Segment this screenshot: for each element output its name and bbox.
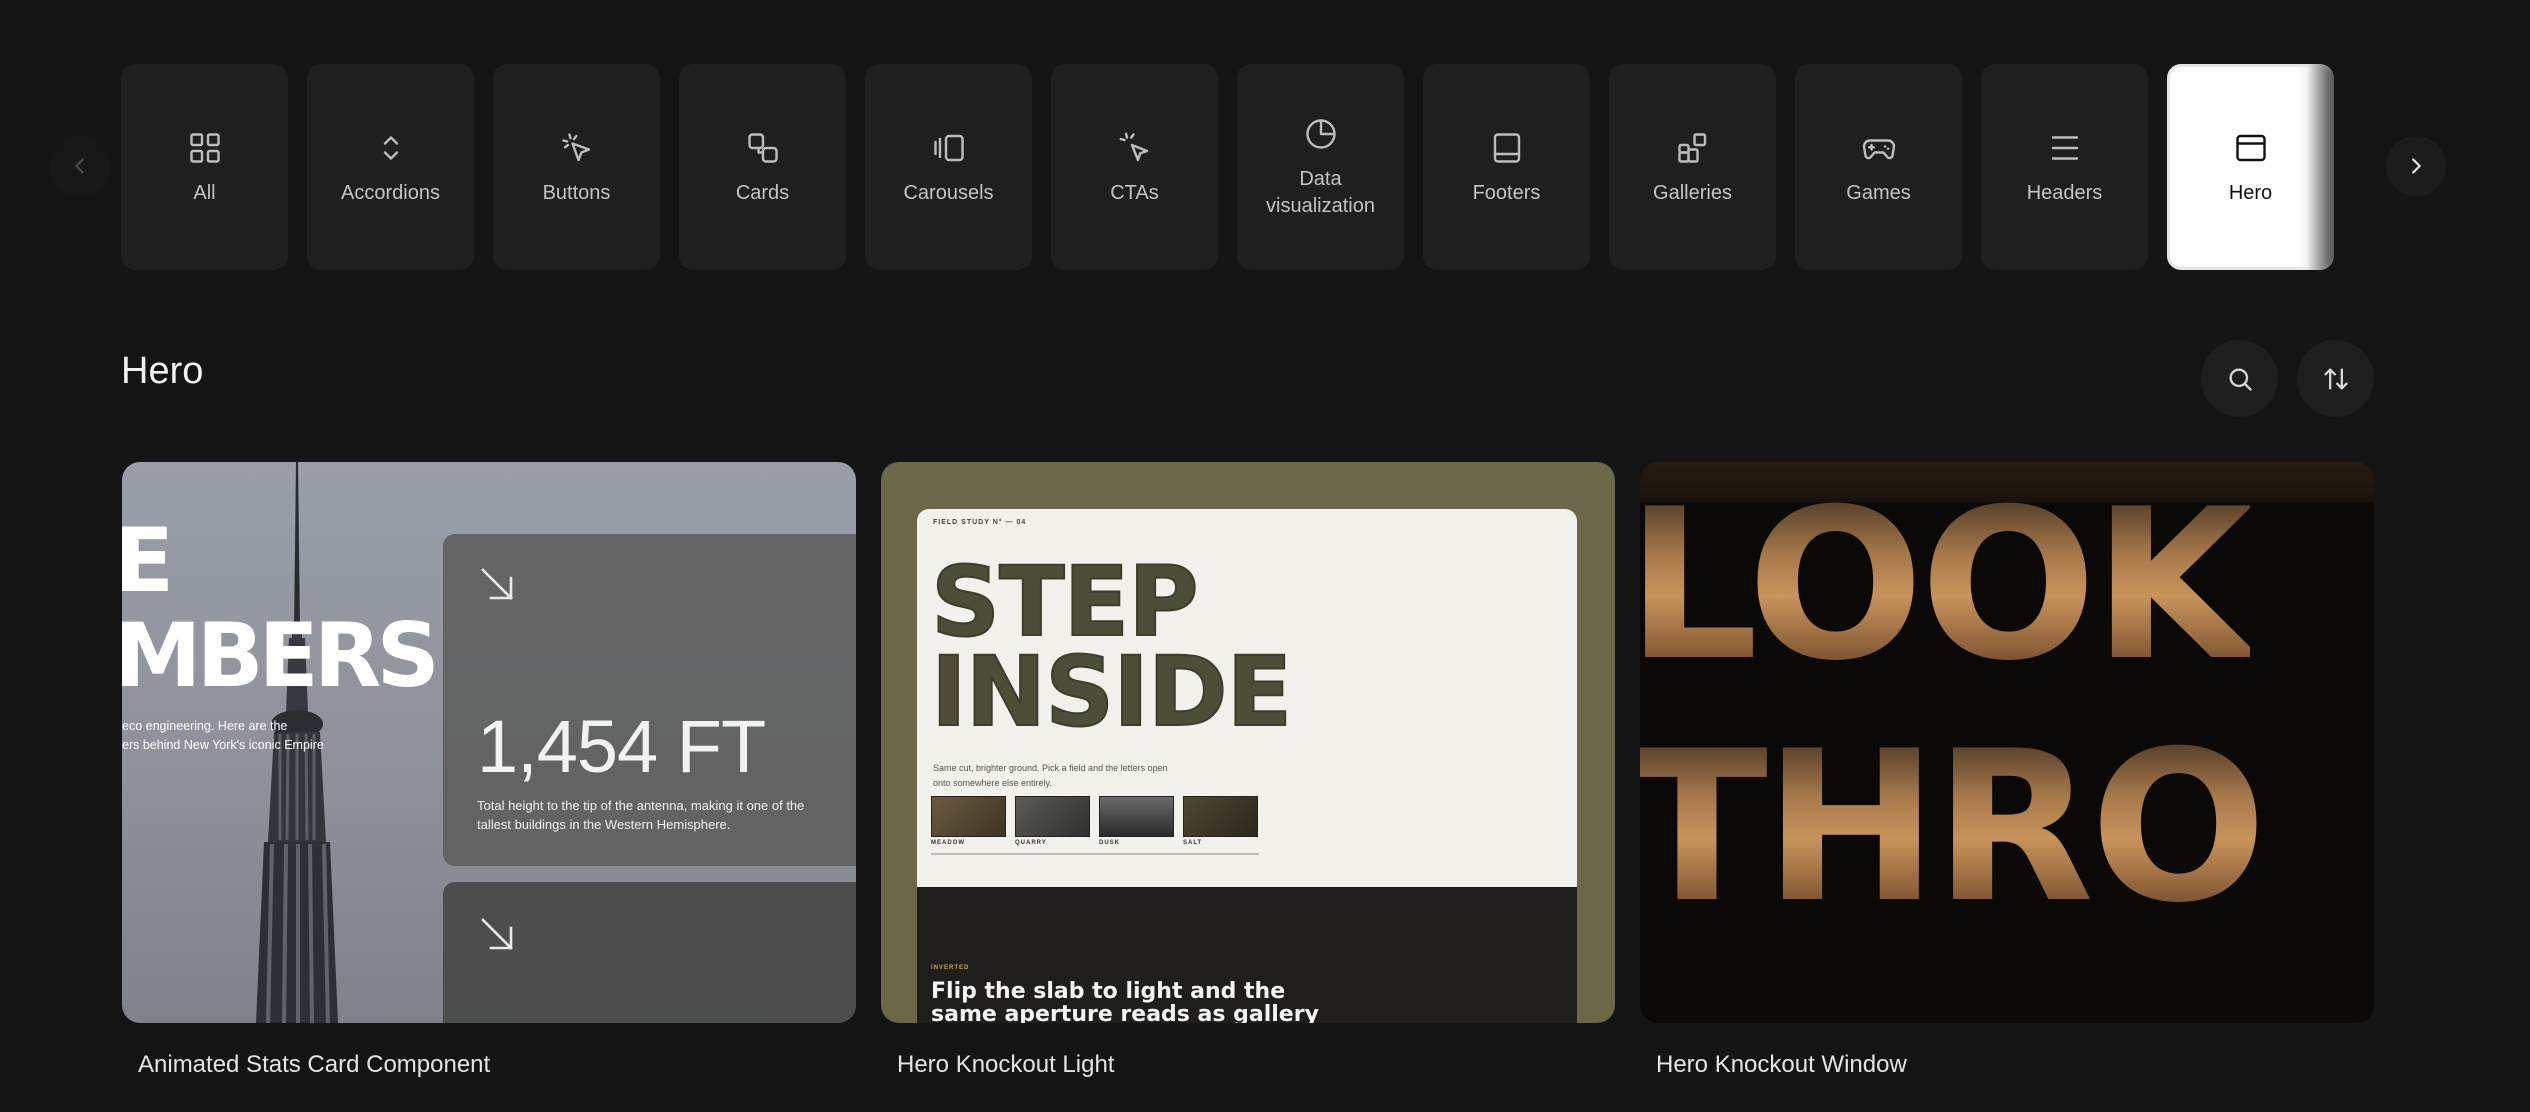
category-label: Games (1846, 181, 1911, 204)
stat-value: 1,454 FT (477, 705, 766, 788)
preview-page: FIELD STUDY N° — 04 STEP INSIDE Same cut… (917, 509, 1577, 1023)
category-footers[interactable]: Footers (1423, 64, 1590, 270)
swatch-meadow[interactable]: MEADOW (931, 796, 1006, 846)
preview-headline-line1: E (122, 509, 174, 612)
preview-dark-band: INVERTED Flip the slab to light and the … (917, 887, 1577, 1023)
category-label: Footers (1472, 181, 1541, 204)
preview-intro: Same cut, brighter ground. Pick a field … (933, 763, 1168, 788)
search-icon (2229, 368, 2252, 391)
category-carousels[interactable]: Carousels (865, 64, 1032, 270)
arrow-down-right-icon (477, 564, 517, 604)
swatch-dusk[interactable]: DUSK (1099, 796, 1174, 846)
carousel-icon (929, 128, 969, 168)
category-headers[interactable]: Headers (1981, 64, 2148, 270)
category-ctas[interactable]: CTAs (1051, 64, 1218, 270)
category-label: Data visualization (1266, 168, 1375, 217)
preview-headline-line2: MBERS (122, 604, 440, 707)
component-card: FIELD STUDY N° — 04 STEP INSIDE Same cut… (881, 462, 1615, 1079)
carousel-prev-button[interactable] (50, 136, 110, 196)
category-label: Cards (735, 181, 790, 204)
card-preview[interactable]: LOOK THRO (1640, 462, 2374, 1023)
card-title[interactable]: Hero Knockout Window (1640, 1051, 2374, 1079)
arrow-down-right-icon (477, 914, 517, 954)
chevron-right-icon (2412, 158, 2421, 174)
category-label: Buttons (542, 181, 611, 204)
cursor-click-icon (1115, 128, 1155, 168)
category-label: Accordions (341, 181, 440, 204)
search-button[interactable] (2201, 340, 2278, 417)
carousel-fade (2307, 64, 2347, 270)
stat-panel-secondary (443, 882, 856, 1023)
preview-subhead: Flip the slab to light and the same aper… (931, 979, 1319, 1023)
stat-description: Total height to the tip of the antenna, … (477, 798, 805, 832)
gallery-icon (1673, 128, 1713, 168)
card-title[interactable]: Hero Knockout Light (881, 1051, 1615, 1079)
pie-chart-icon (1301, 114, 1341, 154)
category-label: Carousels (903, 181, 994, 204)
pointer-click-icon (557, 128, 597, 168)
preview-eyebrow: FIELD STUDY N° — 04 (933, 519, 1027, 526)
component-card: LOOK THRO Hero Knockout Window (1640, 462, 2374, 1079)
card-title[interactable]: Animated Stats Card Component (122, 1051, 856, 1079)
component-card: E MBERS eco engineering. Here are the er… (122, 462, 856, 1079)
swatch-quarry[interactable]: QUARRY (1015, 796, 1090, 846)
footer-layout-icon (1487, 128, 1527, 168)
stat-panel: 1,454 FT Total height to the tip of the … (443, 534, 856, 866)
preview-knockout-line1: LOOK (1640, 482, 2254, 690)
category-label: CTAs (1110, 181, 1159, 204)
preview-knockout-line2: THRO (1640, 724, 2267, 932)
category-label: Hero (2228, 181, 2273, 204)
category-label: Galleries (1653, 181, 1732, 204)
gamepad-icon (1859, 128, 1899, 168)
category-games[interactable]: Games (1795, 64, 1962, 270)
category-carousel: All Accordions Buttons Cards Carousels C… (0, 64, 2530, 270)
cards-icon (743, 128, 783, 168)
category-cards[interactable]: Cards (679, 64, 846, 270)
carousel-next-button[interactable] (2386, 136, 2446, 196)
divider (931, 853, 1259, 855)
chevron-left-icon (75, 158, 84, 174)
category-buttons[interactable]: Buttons (493, 64, 660, 270)
section-title: Hero (121, 350, 204, 392)
swatch-salt[interactable]: SALT (1183, 796, 1258, 846)
card-preview[interactable]: E MBERS eco engineering. Here are the er… (122, 462, 856, 1023)
chevrons-up-down-icon (371, 128, 411, 168)
preview-intro: eco engineering. Here are the ers behind… (122, 719, 324, 752)
hero-layout-icon (2231, 128, 2271, 168)
category-galleries[interactable]: Galleries (1609, 64, 1776, 270)
preview-headline: STEP INSIDE (930, 546, 1293, 748)
category-track: All Accordions Buttons Cards Carousels C… (121, 64, 2347, 270)
category-data-visualization[interactable]: Data visualization (1237, 64, 1404, 270)
sort-button[interactable] (2297, 340, 2374, 417)
category-label: Headers (2026, 181, 2103, 204)
category-accordions[interactable]: Accordions (307, 64, 474, 270)
grid-icon (185, 128, 225, 168)
category-label: All (193, 181, 216, 204)
sort-arrows-icon (2323, 368, 2348, 389)
menu-lines-icon (2045, 128, 2085, 168)
preview-kicker: INVERTED (931, 965, 970, 971)
swatch-row: MEADOW QUARRY DUSK SALT (931, 796, 1258, 846)
category-all[interactable]: All (121, 64, 288, 270)
card-preview[interactable]: FIELD STUDY N° — 04 STEP INSIDE Same cut… (881, 462, 1615, 1023)
